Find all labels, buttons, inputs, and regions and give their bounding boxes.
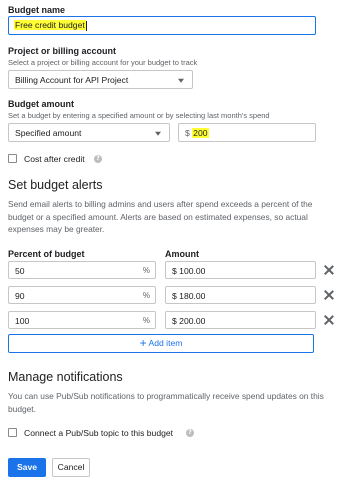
percent-column-header: Percent of budget <box>8 249 85 259</box>
budget-amount-value: 200 <box>192 128 209 138</box>
billing-hint: Select a project or billing account for … <box>8 58 198 67</box>
percent-value: 90 <box>15 291 25 301</box>
help-icon[interactable]: ? <box>94 155 102 163</box>
budget-name-input[interactable]: Free credit budget <box>8 16 316 35</box>
percent-sign: % <box>142 291 150 300</box>
budget-amount-hint: Set a budget by entering a specified amo… <box>8 111 270 120</box>
close-icon[interactable] <box>323 289 335 301</box>
amount-value: $ 180.00 <box>172 291 206 301</box>
text-cursor <box>85 20 87 31</box>
billing-label: Project or billing account <box>8 46 117 56</box>
save-button[interactable]: Save <box>8 458 46 477</box>
percent-value: 50 <box>15 266 25 276</box>
add-item-button[interactable]: + Add item <box>8 334 314 353</box>
billing-account-select[interactable]: Billing Account for API Project <box>8 70 193 89</box>
amount-value: $ 100.00 <box>172 266 206 276</box>
budget-name-value: Free credit budget <box>14 20 86 30</box>
chevron-down-icon <box>155 131 161 136</box>
amount-value: $ 200.00 <box>172 316 206 326</box>
amount-input[interactable]: $ 100.00 <box>165 261 316 279</box>
close-icon[interactable] <box>323 314 335 326</box>
add-item-label: Add item <box>148 338 183 348</box>
amount-input[interactable]: $ 180.00 <box>165 286 316 304</box>
alerts-description: Send email alerts to billing admins and … <box>8 199 313 234</box>
percent-input[interactable]: 90 % <box>8 286 156 304</box>
notifications-description: You can use Pub/Sub notifications to pro… <box>8 391 324 414</box>
pubsub-label: Connect a Pub/Sub topic to this budget <box>24 428 174 438</box>
plus-icon: + <box>139 336 147 350</box>
percent-sign: % <box>142 266 150 275</box>
percent-input[interactable]: 100 % <box>8 311 156 329</box>
cancel-button[interactable]: Cancel <box>52 458 90 477</box>
budget-name-label: Budget name <box>8 5 66 15</box>
percent-sign: % <box>142 316 150 325</box>
alerts-title: Set budget alerts <box>8 178 103 192</box>
pubsub-checkbox[interactable] <box>8 428 17 437</box>
currency-symbol: $ <box>185 128 190 138</box>
close-icon[interactable] <box>323 264 335 276</box>
amount-type-value: Specified amount <box>15 127 82 138</box>
amount-type-select[interactable]: Specified amount <box>8 123 170 142</box>
budget-amount-label: Budget amount <box>8 99 74 109</box>
cost-after-credit-label: Cost after credit <box>24 154 85 164</box>
help-icon[interactable]: ? <box>186 429 194 437</box>
percent-input[interactable]: 50 % <box>8 261 156 279</box>
budget-amount-input[interactable]: $ 200 <box>178 123 316 142</box>
chevron-down-icon <box>178 78 184 83</box>
cost-after-credit-checkbox[interactable] <box>8 154 17 163</box>
percent-value: 100 <box>15 316 30 326</box>
amount-input[interactable]: $ 200.00 <box>165 311 316 329</box>
amount-column-header: Amount <box>165 249 199 259</box>
billing-account-value: Billing Account for API Project <box>15 74 129 85</box>
notifications-title: Manage notifications <box>8 370 123 384</box>
